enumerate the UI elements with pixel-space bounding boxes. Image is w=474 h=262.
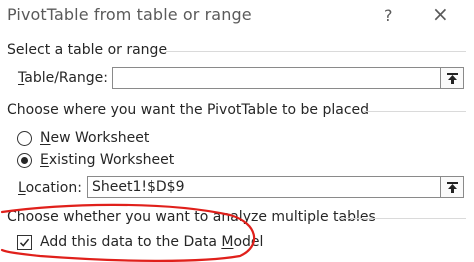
table-range-input[interactable]: [112, 67, 441, 89]
help-button[interactable]: ?: [384, 6, 393, 25]
existing-worksheet-label[interactable]: Existing Worksheet: [40, 152, 174, 168]
new-worksheet-radio[interactable]: [17, 131, 32, 146]
close-button[interactable]: ×: [432, 4, 449, 24]
multiple-tables-heading: Choose whether you want to analyze multi…: [7, 209, 376, 225]
placement-heading: Choose where you want the PivotTable to …: [7, 102, 370, 118]
dialog-title: PivotTable from table or range: [7, 5, 252, 24]
collapse-dialog-icon: [447, 73, 458, 84]
radio-selected-dot: [21, 157, 28, 164]
table-range-label: Table/Range:: [18, 70, 109, 86]
select-table-heading: Select a table or range: [7, 42, 168, 58]
dialog-title-bar: PivotTable from table or range ? ×: [0, 0, 474, 34]
location-label: Location:: [18, 180, 82, 196]
new-worksheet-label[interactable]: New Worksheet: [40, 130, 149, 146]
checkmark-icon: [19, 238, 30, 247]
existing-worksheet-radio[interactable]: [17, 153, 32, 168]
group-divider: [340, 218, 466, 219]
group-divider: [166, 51, 466, 52]
table-range-collapse-button[interactable]: [440, 67, 464, 89]
location-input[interactable]: Sheet1!$D$9: [87, 176, 441, 198]
data-model-label[interactable]: Add this data to the Data Model: [40, 234, 263, 250]
location-collapse-button[interactable]: [440, 176, 464, 198]
collapse-dialog-icon: [447, 182, 458, 193]
data-model-checkbox[interactable]: [17, 235, 32, 250]
group-divider: [364, 111, 466, 112]
